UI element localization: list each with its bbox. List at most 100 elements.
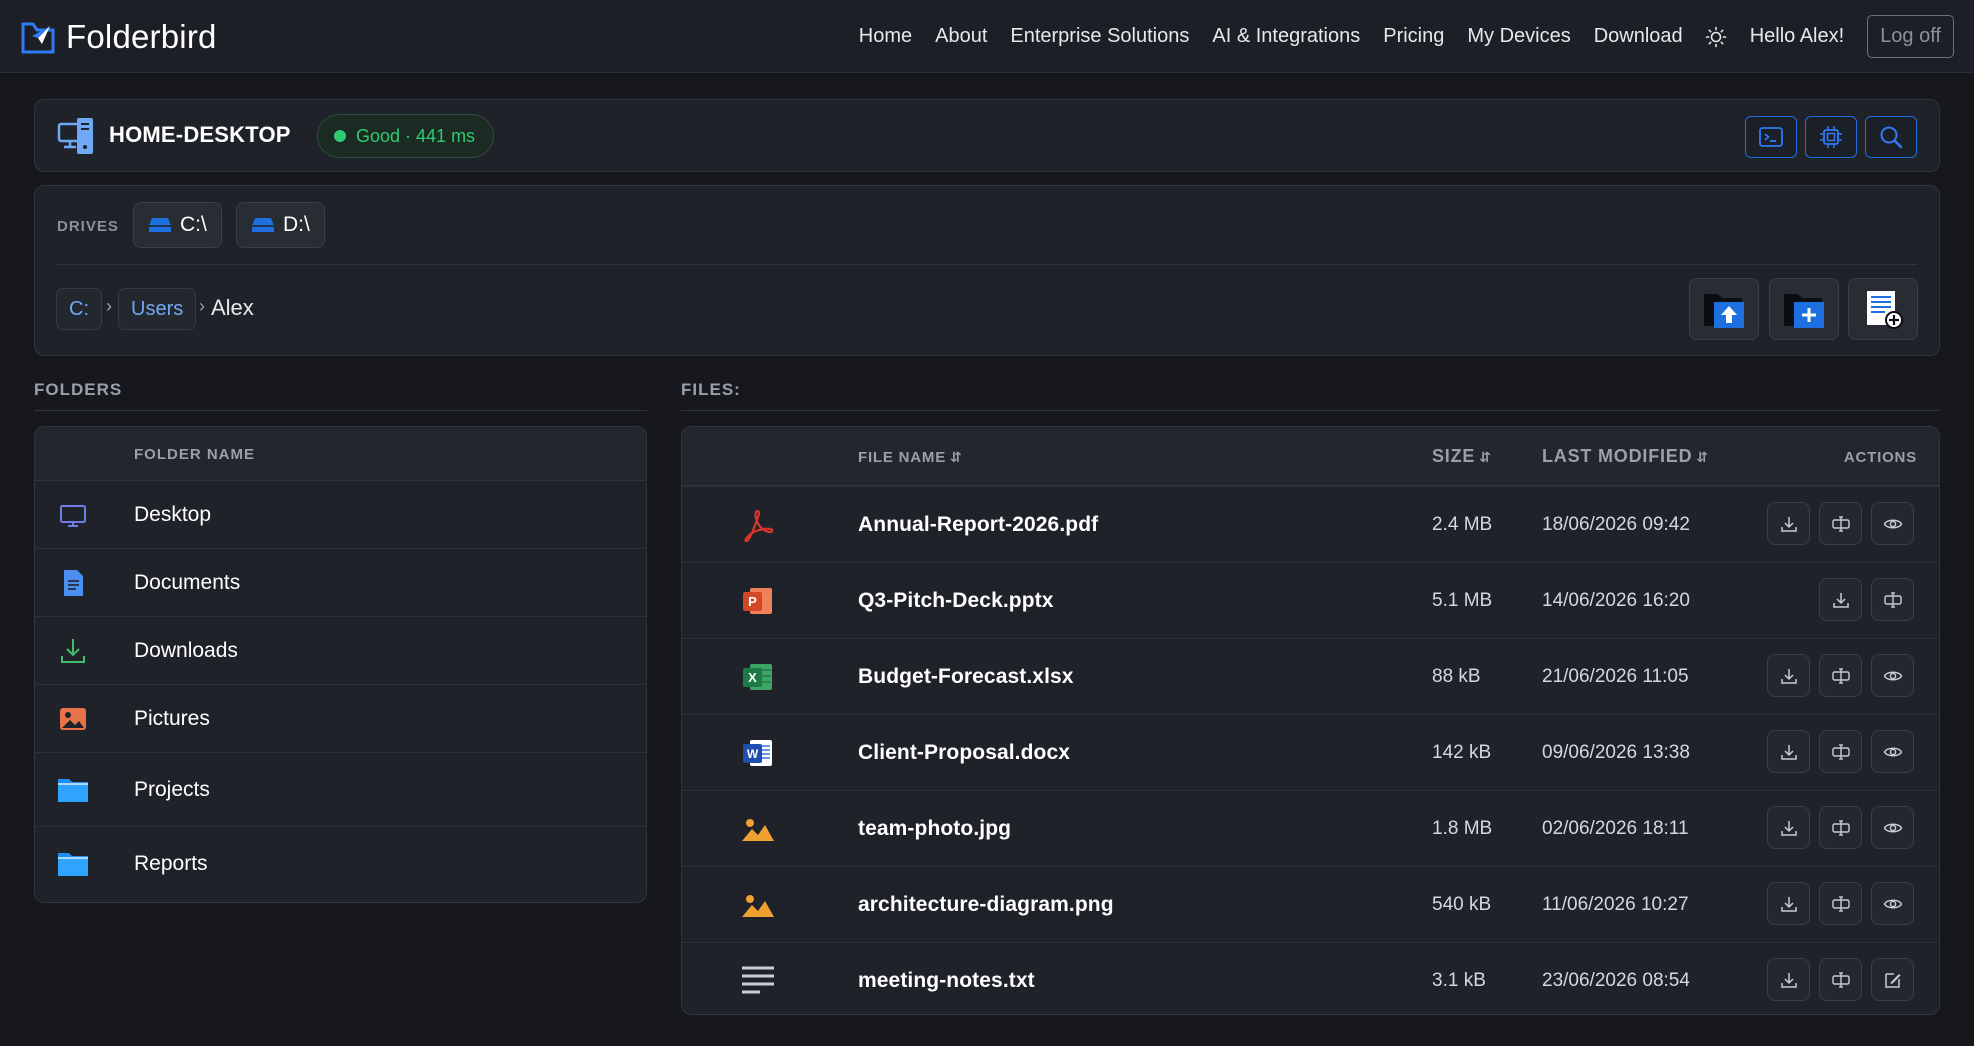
download-button[interactable] [1819, 578, 1862, 621]
new-folder-button[interactable] [1769, 278, 1839, 340]
new-file-button[interactable] [1848, 278, 1918, 340]
view-button[interactable] [1871, 806, 1914, 849]
sort-icon: ⇵ [1479, 449, 1492, 465]
drives-panel: DRIVES C:\ D:\ C: › Users › Alex [34, 185, 1940, 356]
search-button[interactable] [1865, 116, 1917, 158]
rename-button[interactable] [1819, 654, 1862, 697]
rename-button[interactable] [1819, 806, 1862, 849]
file-name[interactable]: architecture-diagram.png [858, 893, 1114, 917]
download-button[interactable] [1767, 958, 1810, 1001]
eye-icon [1883, 747, 1902, 756]
folder-name: Reports [134, 852, 208, 875]
rename-icon [1831, 515, 1850, 532]
drive-c-button[interactable]: C:\ [133, 202, 222, 248]
file-row[interactable]: X Budget-Forecast.xlsx 88 kB 21/06/2026 … [682, 638, 1939, 713]
file-add-icon [1867, 291, 1903, 329]
drives-label: DRIVES [57, 218, 119, 235]
download-icon [61, 639, 85, 663]
download-button[interactable] [1767, 730, 1810, 773]
folder-icon [58, 779, 88, 802]
logoff-button[interactable]: Log off [1867, 15, 1954, 58]
rename-button[interactable] [1819, 502, 1862, 545]
view-button[interactable] [1871, 882, 1914, 925]
upload-to-folder-button[interactable] [1689, 278, 1759, 340]
file-name-header[interactable]: FILE NAME ⇵ [858, 449, 963, 466]
file-name[interactable]: Annual-Report-2026.pdf [858, 513, 1098, 537]
divider [34, 410, 647, 411]
image-icon [742, 895, 774, 917]
divider [57, 264, 1917, 265]
rename-button[interactable] [1819, 730, 1862, 773]
breadcrumb-users[interactable]: Users [118, 288, 197, 330]
download-button[interactable] [1767, 806, 1810, 849]
folder-row-desktop[interactable]: Desktop [35, 481, 646, 549]
brand[interactable]: Folderbird [20, 18, 217, 56]
file-size: 3.1 kB [1432, 970, 1486, 991]
file-row[interactable]: team-photo.jpg 1.8 MB 02/06/2026 18:11 [682, 790, 1939, 865]
nav-home[interactable]: Home [859, 25, 912, 48]
rename-icon [1883, 591, 1902, 608]
file-name[interactable]: Client-Proposal.docx [858, 741, 1070, 765]
file-name[interactable]: team-photo.jpg [858, 817, 1011, 841]
file-row[interactable]: W Client-Proposal.docx 142 kB 09/06/2026… [682, 714, 1939, 789]
size-header[interactable]: SIZE ⇵ [1432, 446, 1492, 467]
view-button[interactable] [1871, 730, 1914, 773]
drive-icon [149, 218, 171, 232]
folder-name: Desktop [134, 503, 212, 526]
svg-text:P: P [748, 594, 757, 609]
svg-text:W: W [747, 747, 759, 761]
nav-enterprise[interactable]: Enterprise Solutions [1010, 25, 1189, 48]
folder-upload-icon [1704, 294, 1744, 328]
file-name[interactable]: Q3-Pitch-Deck.pptx [858, 589, 1054, 613]
excel-icon: X [743, 664, 772, 690]
nav-devices[interactable]: My Devices [1467, 25, 1570, 48]
folder-row-documents[interactable]: Documents [35, 549, 646, 617]
eye-icon [1883, 899, 1902, 908]
view-button[interactable] [1871, 502, 1914, 545]
file-name[interactable]: meeting-notes.txt [858, 969, 1035, 993]
file-size: 88 kB [1432, 666, 1481, 687]
nav-download[interactable]: Download [1594, 25, 1683, 48]
download-button[interactable] [1767, 882, 1810, 925]
terminal-icon [1759, 127, 1783, 147]
file-row[interactable]: architecture-diagram.png 540 kB 11/06/20… [682, 866, 1939, 941]
rename-button[interactable] [1819, 958, 1862, 1001]
drive-d-button[interactable]: D:\ [236, 202, 325, 248]
download-icon [1832, 592, 1849, 608]
folder-row-projects[interactable]: Projects [35, 753, 646, 827]
breadcrumb-separator: › [199, 296, 205, 316]
system-info-button[interactable] [1805, 116, 1857, 158]
file-row[interactable]: P Q3-Pitch-Deck.pptx 5.1 MB 14/06/2026 1… [682, 562, 1939, 637]
file-size: 5.1 MB [1432, 590, 1493, 611]
rename-button[interactable] [1819, 882, 1862, 925]
files-title: FILES: [681, 380, 741, 399]
sun-icon[interactable] [1705, 26, 1727, 48]
view-button[interactable] [1871, 654, 1914, 697]
download-button[interactable] [1767, 502, 1810, 545]
folder-row-reports[interactable]: Reports [35, 827, 646, 902]
terminal-button[interactable] [1745, 116, 1797, 158]
file-name[interactable]: Budget-Forecast.xlsx [858, 665, 1074, 689]
file-row[interactable]: Annual-Report-2026.pdf 2.4 MB 18/06/2026… [682, 486, 1939, 561]
folder-row-downloads[interactable]: Downloads [35, 617, 646, 685]
nav-ai[interactable]: AI & Integrations [1212, 25, 1360, 48]
device-header: HOME-DESKTOP Good · 441 ms [34, 99, 1940, 172]
eye-icon [1883, 823, 1902, 832]
breadcrumb-c[interactable]: C: [56, 288, 102, 330]
rename-icon [1831, 895, 1850, 912]
rename-icon [1831, 667, 1850, 684]
download-button[interactable] [1767, 654, 1810, 697]
text-file-icon [742, 966, 774, 994]
folder-row-pictures[interactable]: Pictures [35, 685, 646, 753]
search-icon [1880, 126, 1903, 149]
file-size: 142 kB [1432, 742, 1492, 763]
rename-button[interactable] [1871, 578, 1914, 621]
breadcrumb-separator: › [106, 296, 112, 316]
pdf-icon [744, 509, 774, 543]
nav-about[interactable]: About [935, 25, 987, 48]
nav-pricing[interactable]: Pricing [1383, 25, 1444, 48]
edit-button[interactable] [1871, 958, 1914, 1001]
file-row[interactable]: meeting-notes.txt 3.1 kB 23/06/2026 08:5… [682, 942, 1939, 1014]
modified-header[interactable]: LAST MODIFIED ⇵ [1542, 446, 1709, 467]
folders-header: FOLDER NAME [35, 427, 646, 481]
